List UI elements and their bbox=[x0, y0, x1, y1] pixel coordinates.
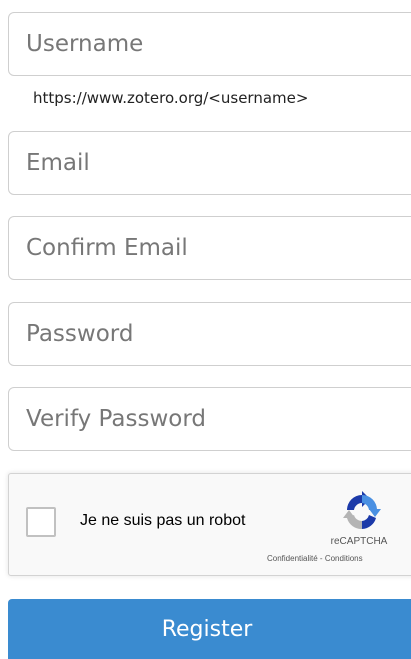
recaptcha-logo-icon bbox=[343, 491, 381, 530]
recaptcha-links: Confidentialité - Conditions bbox=[267, 554, 363, 563]
recaptcha-brand: reCAPTCHA bbox=[330, 536, 388, 547]
profile-url-hint: https://www.zotero.org/<username> bbox=[33, 89, 309, 107]
username-input[interactable] bbox=[8, 12, 411, 76]
register-button[interactable]: Register bbox=[8, 599, 411, 659]
recaptcha-widget: Je ne suis pas un robot reCAPTCHA Confid… bbox=[8, 473, 411, 576]
recaptcha-terms-link[interactable]: Conditions bbox=[325, 554, 363, 563]
recaptcha-privacy-link[interactable]: Confidentialité bbox=[267, 554, 318, 563]
recaptcha-checkbox[interactable] bbox=[26, 507, 56, 537]
recaptcha-links-separator: - bbox=[317, 554, 325, 563]
verify-password-input[interactable] bbox=[8, 387, 411, 451]
recaptcha-checkbox-label: Je ne suis pas un robot bbox=[80, 512, 246, 529]
confirm-email-input[interactable] bbox=[8, 216, 411, 280]
email-input[interactable] bbox=[8, 131, 411, 195]
password-input[interactable] bbox=[8, 302, 411, 366]
